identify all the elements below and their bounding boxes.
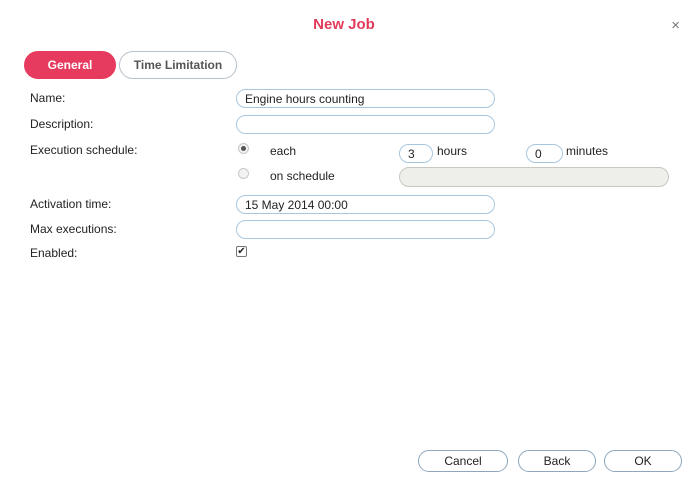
max-executions-input[interactable] xyxy=(236,220,495,239)
description-input[interactable] xyxy=(236,115,495,134)
minutes-input[interactable] xyxy=(526,144,563,163)
hours-label: hours xyxy=(437,144,468,158)
on-schedule-label: on schedule xyxy=(270,169,335,183)
schedule-input[interactable] xyxy=(399,167,669,187)
each-radio[interactable] xyxy=(238,143,249,154)
new-job-dialog: New Job × General Time Limitation Name: … xyxy=(0,0,688,486)
cancel-button[interactable]: Cancel xyxy=(418,450,508,472)
activation-time-label: Activation time: xyxy=(30,197,112,211)
minutes-label: minutes xyxy=(566,144,609,158)
enabled-checkbox[interactable]: ✔ xyxy=(236,246,247,257)
enabled-label: Enabled: xyxy=(30,246,78,260)
execution-schedule-label: Execution schedule: xyxy=(30,143,138,157)
close-icon[interactable]: × xyxy=(671,18,680,33)
dialog-title: New Job xyxy=(313,16,375,33)
on-schedule-radio[interactable] xyxy=(238,168,249,179)
name-label: Name: xyxy=(30,91,66,105)
name-input[interactable] xyxy=(236,89,495,108)
max-executions-label: Max executions: xyxy=(30,222,117,236)
ok-button[interactable]: OK xyxy=(604,450,682,472)
each-label: each xyxy=(270,144,297,158)
description-label: Description: xyxy=(30,117,94,131)
activation-time-input[interactable] xyxy=(236,195,495,214)
tab-general[interactable]: General xyxy=(24,51,116,79)
tab-bar: General Time Limitation xyxy=(24,51,237,79)
tab-time-limitation[interactable]: Time Limitation xyxy=(119,51,237,79)
back-button[interactable]: Back xyxy=(518,450,596,472)
hours-input[interactable] xyxy=(399,144,433,163)
